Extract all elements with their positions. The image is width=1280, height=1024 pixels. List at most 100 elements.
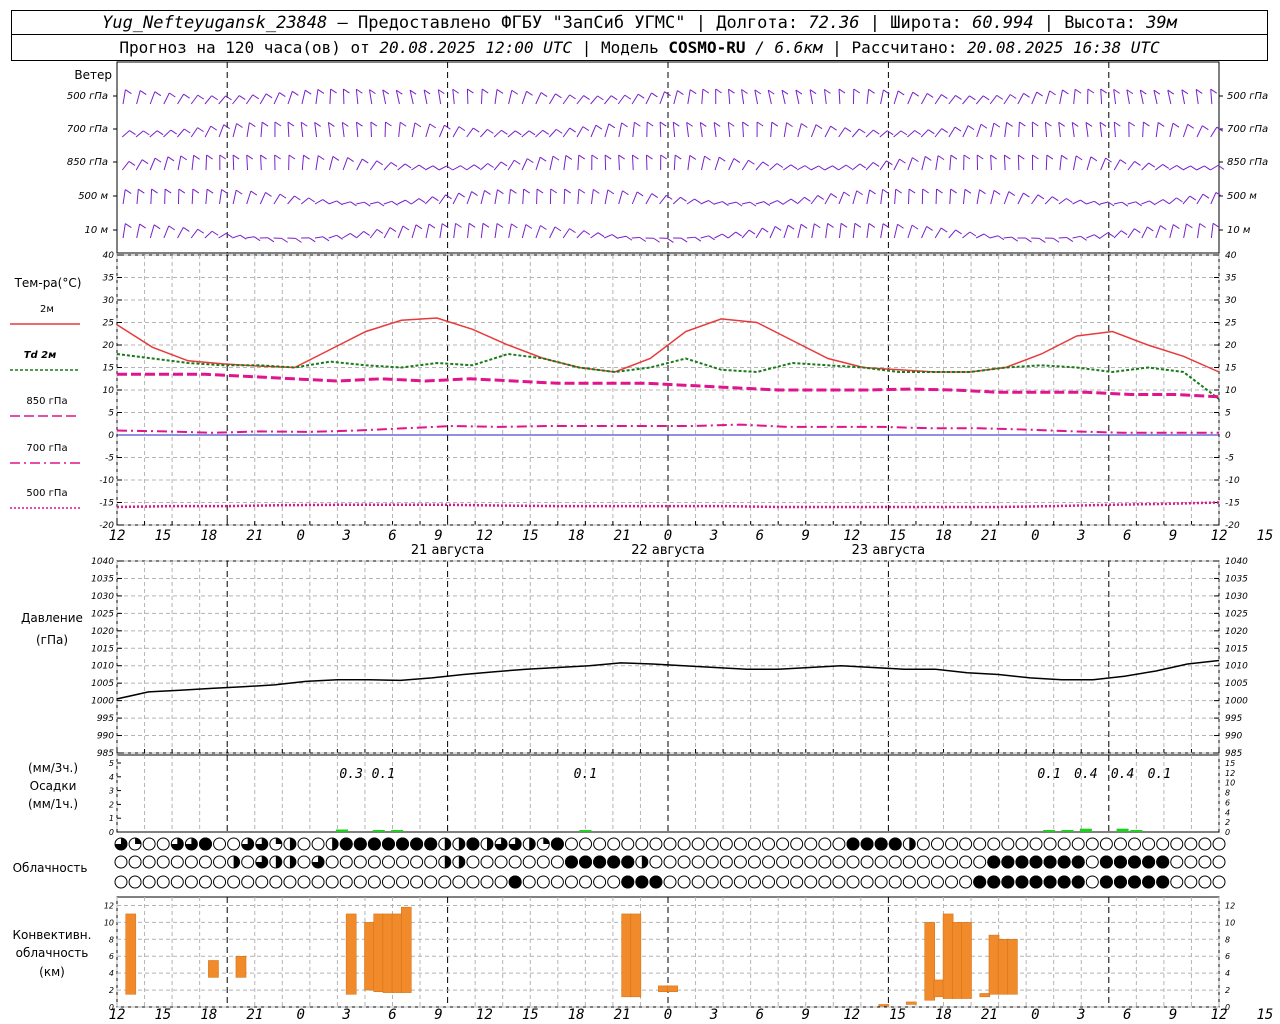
wind-barb-flag [813,223,821,229]
precip-bar [579,830,592,832]
cloud-cell [719,837,733,851]
wind-barb-flag [1176,197,1183,203]
cloud-cell-fill [635,875,649,889]
wind-barb [838,223,842,239]
wind-barb-flag [211,230,219,236]
cloud-cell-fill [466,837,480,851]
wind-barb-flag [239,234,247,240]
temperature-panel-ytick-label-left: 25 [103,319,115,329]
wind-barb-flag [1119,159,1127,165]
wind-barb-flag [665,194,673,200]
convective-bar [878,1004,890,1007]
wind-barb-flag [858,128,866,134]
cloud-cell-fill [621,855,635,869]
convective-ytick-label-right: 12 [1225,901,1235,910]
wind-barb [825,223,829,239]
temperature-axis-hour-label: 3 [1076,528,1085,544]
wind-barb [810,195,819,205]
cloud-cell [381,855,395,869]
wind-barb-flag [1148,162,1156,168]
wind-barb [1031,91,1038,105]
wind-barb-flag [882,188,889,194]
wind-barb [521,224,527,239]
cloud-cell-fill [550,837,564,851]
wind-barb-flag [763,201,771,207]
cloud-cell-fill [1128,855,1142,869]
wind-barb-flag [830,193,838,199]
wind-barb [893,130,902,138]
temperature-axis-hour-label: 15 [522,528,539,544]
wind-barb [975,95,984,105]
temperature-legend-label: 850 гПа [26,396,67,407]
wind-barb [577,189,580,205]
wind-barb [1072,235,1081,239]
wind-barb-flag [636,191,644,197]
wind-barb [618,122,623,138]
wind-barb [341,122,345,138]
convective-axis-hour-label: 15 [154,1007,171,1023]
wind-barb-flag [501,129,508,135]
wind-barb-flag [689,155,697,160]
cloud-cell-fill [860,837,874,851]
wind-barb [1182,165,1191,171]
wind-barb [824,193,832,205]
cloud-cell [902,855,916,869]
cloud-cell [916,875,930,889]
wind-barb [962,125,969,138]
wind-barb-flag [777,200,784,205]
pressure-panel-ytick-label-right: 1000 [1225,697,1248,707]
wind-barb-flag [595,124,603,130]
cloud-cell [213,837,227,851]
wind-barb-flag [996,94,1004,100]
wind-barb [549,156,554,171]
wind-barb [852,190,858,205]
wind-barb [962,189,966,205]
cloud-cell [1029,837,1043,851]
cloud-cell [480,855,494,869]
cloud-cell [1184,837,1198,851]
wind-barb [493,161,502,171]
wind-barb [769,226,776,239]
wind-barb [493,129,502,138]
wind-barb-flag [728,88,735,94]
wind-barb-flag [801,123,808,128]
pressure-panel-ytick-label-left: 1040 [91,557,114,567]
temperature-panel-ytick-label-left: 35 [103,274,115,284]
wind-barb-flag [1176,164,1184,170]
wind-barb-flag [868,223,876,228]
day-label: 21 августа [411,543,485,558]
wind-barb [755,161,764,171]
wind-level-label-right: 500 гПа [1227,91,1268,102]
wind-barb [259,192,266,205]
cloud-cell [902,875,916,889]
wind-barb [990,190,995,205]
cloud-cell [114,875,128,889]
wind-barb-flag [843,191,851,197]
wind-barb [672,122,676,138]
cloud-cell [860,855,874,869]
wind-barb [245,236,255,239]
wind-barb-flag [183,226,190,232]
wind-barb [205,155,208,171]
wind-barb-flag [689,89,697,95]
wind-barb [1003,191,1010,205]
wind-barb [1196,165,1205,171]
pressure-panel-ytick-label-right: 1005 [1225,679,1248,689]
precip-ytick-label-right: 15 [1225,759,1235,768]
convective-title: Конвективн. [13,928,92,942]
wind-barb-flag [597,232,605,238]
wind-barb [218,124,225,138]
wind-barb [686,122,690,138]
cloud-cell-fill [424,837,438,851]
wind-barb-flag [487,128,494,134]
wind-barb-flag [246,154,254,160]
pressure-title: Давление [21,611,83,625]
wind-barb [755,201,764,205]
wind-barb-flag [389,227,397,232]
wind-barb-flag [1011,236,1019,242]
wind-barb-flag [183,128,191,134]
wind-barb-flag [637,93,645,99]
wind-level-label-left: 500 гПа [67,91,108,102]
wind-barb-flag [993,190,1001,195]
wind-barb [480,223,484,239]
